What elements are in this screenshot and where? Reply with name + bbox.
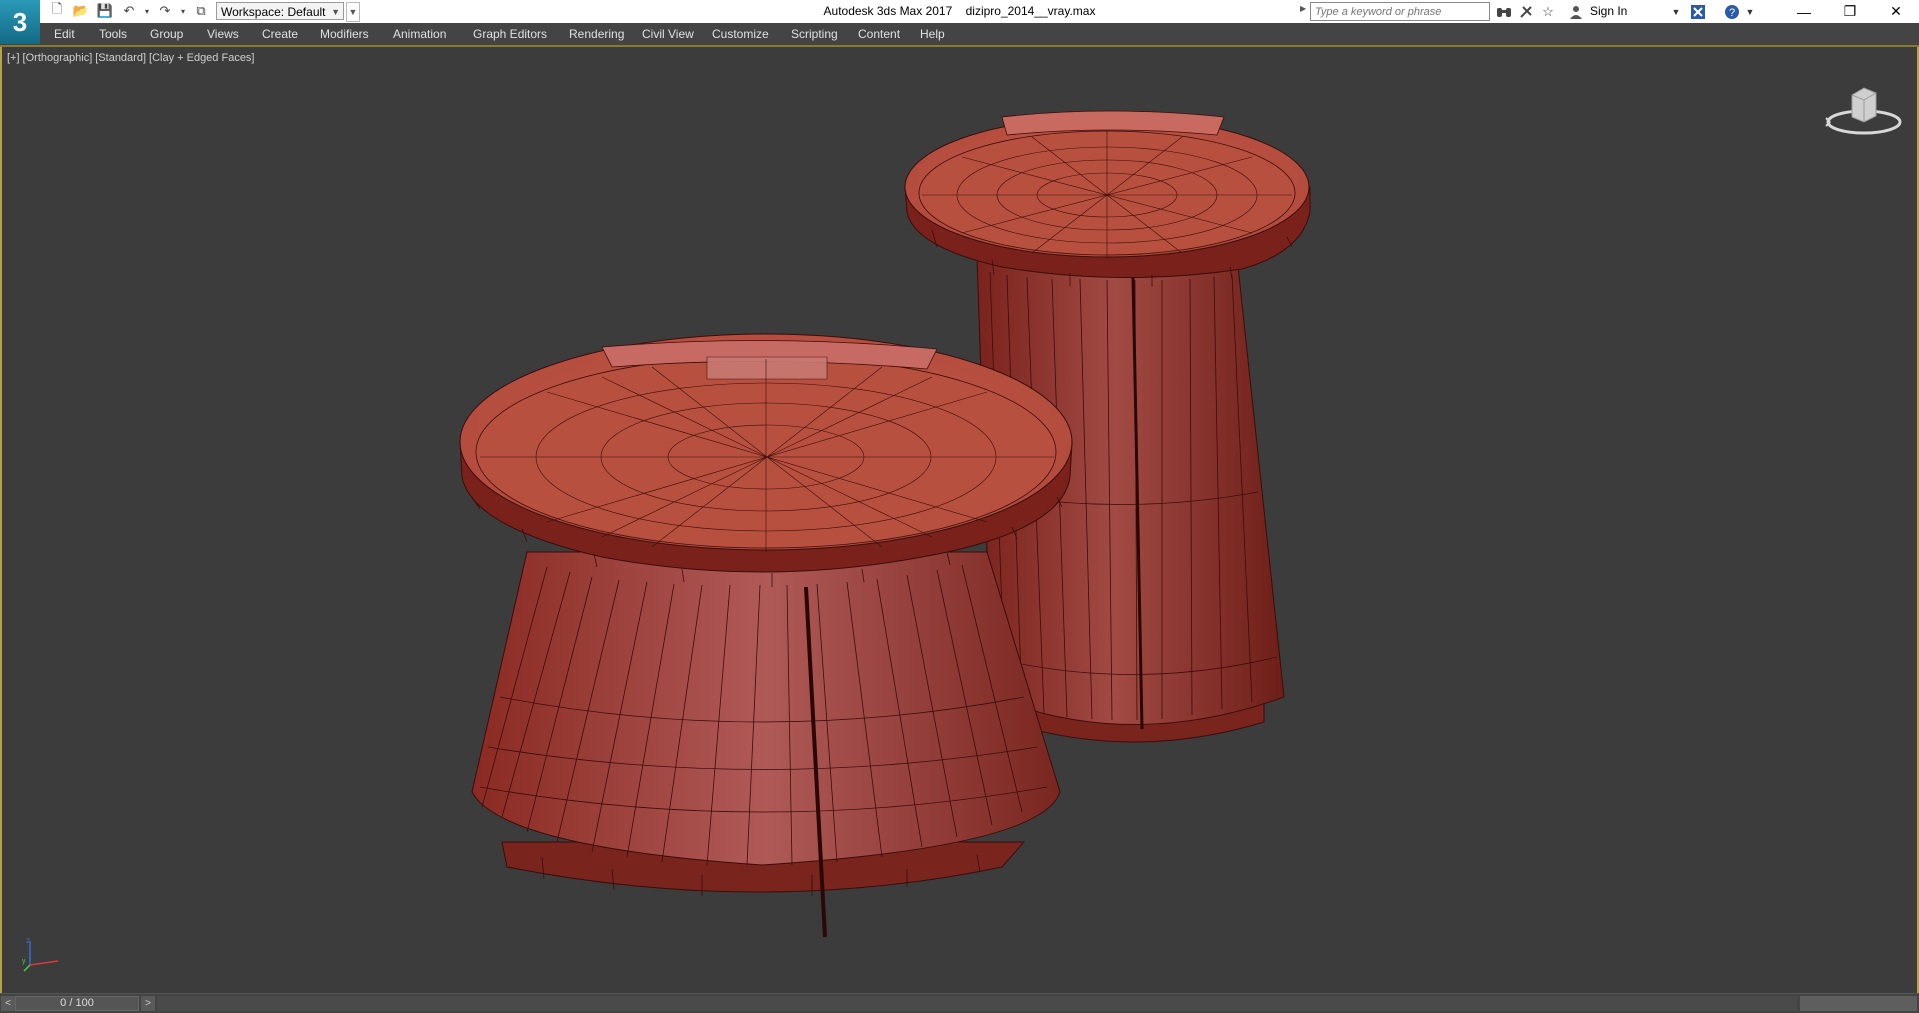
user-icon xyxy=(1566,2,1586,21)
app-name: Autodesk 3ds Max 2017 xyxy=(823,4,953,18)
menu-civil-view[interactable]: Civil View xyxy=(638,23,698,45)
menu-modifiers[interactable]: Modifiers xyxy=(316,23,373,45)
scene-geometry[interactable] xyxy=(2,47,1917,993)
restore-icon[interactable]: ❐ xyxy=(1827,0,1873,23)
quick-access-toolbar: 🗋 📂 💾 ↶ ▾ ↷ ▾ ⧉ xyxy=(46,1,212,21)
perspective-viewport[interactable]: [+] [Orthographic] [Standard] [Clay + Edged… xyxy=(0,47,1919,993)
time-slider[interactable]: 0 / 100 xyxy=(15,996,139,1011)
favorites-star-icon[interactable]: ☆ xyxy=(1538,2,1558,21)
redo-dropdown-icon[interactable]: ▾ xyxy=(178,1,188,21)
help-icon[interactable]: ? xyxy=(1722,2,1742,21)
binoculars-icon[interactable] xyxy=(1494,2,1514,21)
redo-icon[interactable]: ↷ xyxy=(154,1,176,21)
undo-dropdown-icon[interactable]: ▾ xyxy=(142,1,152,21)
svg-text:y: y xyxy=(22,958,26,965)
axis-tripod-icon: z y xyxy=(22,936,59,972)
title-bar: 3 🗋 📂 💾 ↶ ▾ ↷ ▾ ⧉ Workspace: Default ▼ ▼… xyxy=(0,0,1919,44)
search-expand-icon[interactable]: ▶ xyxy=(1300,4,1306,13)
communication-center-icon[interactable] xyxy=(1516,2,1536,21)
sign-in-dropdown-icon[interactable]: ▼ xyxy=(1666,2,1686,21)
menu-views[interactable]: Views xyxy=(203,23,243,45)
menu-customize[interactable]: Customize xyxy=(708,23,773,45)
sign-in-label: Sign In xyxy=(1590,4,1628,18)
quick-access-customize-icon[interactable]: ▼ xyxy=(346,2,360,22)
menu-content[interactable]: Content xyxy=(854,23,904,45)
menu-tools[interactable]: Tools xyxy=(95,23,131,45)
time-slider-bar: < 0 / 100 > xyxy=(0,993,1919,1013)
frame-display: 0 / 100 xyxy=(60,997,94,1009)
menu-scripting[interactable]: Scripting xyxy=(787,23,842,45)
close-icon[interactable]: ✕ xyxy=(1873,0,1919,23)
menu-edit[interactable]: Edit xyxy=(50,23,79,45)
minimize-icon[interactable]: — xyxy=(1781,0,1827,23)
menu-group[interactable]: Group xyxy=(146,23,187,45)
next-frame-button[interactable]: > xyxy=(141,996,155,1011)
workspace-label: Workspace: Default xyxy=(221,5,326,19)
menu-animation[interactable]: Animation xyxy=(389,23,450,45)
workspace-dropdown[interactable]: Workspace: Default ▼ xyxy=(216,2,344,20)
svg-text:z: z xyxy=(26,936,30,945)
menu-help[interactable]: Help xyxy=(916,23,949,45)
sign-in-button[interactable]: Sign In xyxy=(1590,2,1627,21)
project-folder-icon[interactable]: ⧉ xyxy=(190,1,212,21)
chevron-down-icon: ▼ xyxy=(331,7,340,17)
exchange-apps-icon[interactable] xyxy=(1688,2,1708,21)
front-stool[interactable] xyxy=(459,333,1073,938)
menu-graph-editors[interactable]: Graph Editors xyxy=(469,23,551,45)
menu-create[interactable]: Create xyxy=(258,23,302,45)
previous-frame-button[interactable]: < xyxy=(1,996,15,1011)
menu-bar: Edit Tools Group Views Create Modifiers … xyxy=(0,23,1919,47)
track-bar[interactable] xyxy=(157,996,1797,1011)
open-file-icon[interactable]: 📂 xyxy=(70,1,92,21)
track-bar-scroll-thumb[interactable] xyxy=(1800,996,1917,1011)
save-file-icon[interactable]: 💾 xyxy=(94,1,116,21)
help-dropdown-icon[interactable]: ▼ xyxy=(1740,2,1760,21)
file-name: dizipro_2014__vray.max xyxy=(965,4,1096,18)
undo-icon[interactable]: ↶ xyxy=(118,1,140,21)
new-file-icon[interactable]: 🗋 xyxy=(46,1,68,21)
app-logo-text: 3 xyxy=(12,6,28,37)
viewcube-icon[interactable] xyxy=(1824,80,1904,140)
menu-rendering[interactable]: Rendering xyxy=(565,23,628,45)
app-logo-button[interactable]: 3 xyxy=(0,0,40,44)
search-input[interactable] xyxy=(1310,2,1490,21)
svg-text:?: ? xyxy=(1729,7,1735,19)
